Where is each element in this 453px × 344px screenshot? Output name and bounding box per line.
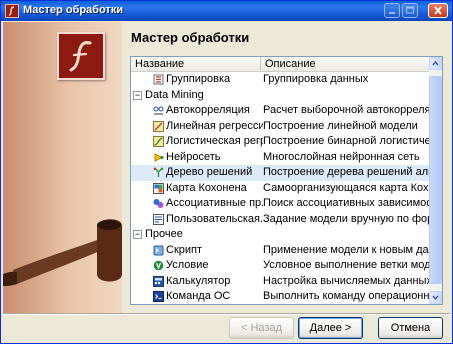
- item-name: Калькулятор: [166, 274, 231, 287]
- linear-regression-icon: [153, 120, 164, 132]
- pipe-illustration: [3, 219, 122, 286]
- list-item-association-rules[interactable]: Ассоциативные пр... Поиск ассоциативных …: [131, 196, 429, 212]
- item-description: Построение дерева решений алгор...: [263, 166, 429, 178]
- item-description: Многослойная нейронная сеть: [263, 150, 420, 163]
- association-rules-icon: [153, 199, 164, 208]
- minimize-button[interactable]: [384, 3, 400, 18]
- item-name: Карта Кохонена: [166, 181, 247, 194]
- list-item-script[interactable]: Скрипт Применение модели к новым данн...: [131, 243, 429, 259]
- wizard-side-image: [3, 22, 122, 313]
- close-icon: [434, 6, 442, 15]
- list-item-kohonen-map[interactable]: Карта Кохонена Самоорганизующаяся карта …: [131, 181, 429, 197]
- list-rows: Группировка Группировка данных − Data Mi…: [131, 72, 429, 304]
- item-name: Скрипт: [166, 243, 203, 256]
- decision-tree-icon: [153, 167, 164, 177]
- item-description: Поиск ассоциативных зависимостей: [263, 197, 429, 209]
- wizard-window: Мастер обработки Мастер обработки Назван…: [0, 0, 453, 344]
- list-item-grouping[interactable]: Группировка Группировка данных: [131, 72, 429, 88]
- item-description: Группировка данных: [263, 73, 369, 85]
- calculator-icon: [153, 275, 164, 287]
- item-name: Ассоциативные пр...: [166, 197, 263, 209]
- scroll-down-button[interactable]: [429, 291, 442, 304]
- list-item-linear-regression[interactable]: Линейная регрессия Построение линейной м…: [131, 119, 429, 135]
- cancel-button[interactable]: Отмена: [378, 317, 443, 339]
- group-name: Прочее: [145, 228, 183, 240]
- list-header: Название Описание: [131, 57, 429, 72]
- list-item-neural-network[interactable]: Нейросеть Многослойная нейронная сеть: [131, 150, 429, 166]
- group-data-mining[interactable]: − Data Mining: [131, 88, 429, 104]
- column-header-name[interactable]: Название: [131, 57, 261, 71]
- close-button[interactable]: [428, 3, 448, 18]
- script-icon: [153, 245, 164, 255]
- item-description: Условное выполнение ветки модели: [263, 259, 429, 271]
- minimize-icon: [389, 12, 395, 14]
- maximize-icon: [405, 6, 415, 14]
- collapse-icon[interactable]: −: [133, 90, 142, 100]
- collapse-icon[interactable]: −: [133, 230, 142, 239]
- item-name: Условие: [166, 259, 209, 271]
- footer-divider: [3, 313, 450, 315]
- item-description: Расчет выборочной автокорреляци...: [263, 104, 429, 116]
- item-name: Логистическая регр...: [166, 135, 263, 147]
- item-description: Настройка вычисляемых данных: [263, 274, 429, 287]
- scrollbar-thumb[interactable]: [429, 76, 442, 284]
- condition-icon: [153, 260, 164, 271]
- window-title: Мастер обработки: [23, 4, 124, 16]
- list-item-calculator[interactable]: Калькулятор Настройка вычисляемых данных: [131, 274, 429, 290]
- column-header-description[interactable]: Описание: [261, 57, 429, 71]
- item-description: Выполнить команду операционной ...: [263, 290, 429, 302]
- title-bar[interactable]: Мастер обработки: [1, 1, 452, 21]
- item-description: Построение бинарной логистическо...: [263, 135, 429, 147]
- item-name: Пользовательская...: [166, 212, 263, 225]
- back-button[interactable]: < Назад: [229, 317, 294, 339]
- list-item-autocorrelation[interactable]: Автокорреляция Расчет выборочной автокор…: [131, 103, 429, 119]
- item-description: Самоорганизующаяся карта Кохон...: [263, 181, 429, 194]
- kohonen-map-icon: [153, 182, 164, 194]
- item-name: Нейросеть: [166, 150, 221, 163]
- item-name: Дерево решений: [166, 166, 253, 178]
- list-item-decision-tree[interactable]: Дерево решений Построение дерева решений…: [131, 165, 429, 181]
- grouping-icon: [153, 74, 164, 85]
- app-logo-icon: [5, 4, 19, 18]
- item-description: Применение модели к новым данн...: [263, 243, 429, 256]
- list-item-condition[interactable]: Условие Условное выполнение ветки модели: [131, 258, 429, 274]
- item-name: Линейная регрессия: [166, 119, 263, 132]
- group-name: Data Mining: [145, 88, 204, 101]
- maximize-button[interactable]: [402, 3, 418, 18]
- module-tree-list[interactable]: Название Описание Группировка Группировк…: [130, 56, 443, 305]
- os-command-icon: [153, 291, 164, 302]
- list-item-custom-model[interactable]: Пользовательская... Задание модели вручн…: [131, 212, 429, 228]
- autocorrelation-icon: [153, 106, 164, 115]
- chevron-down-icon: [432, 295, 439, 301]
- chevron-up-icon: [432, 60, 439, 66]
- group-other[interactable]: − Прочее: [131, 227, 429, 243]
- custom-model-icon: [153, 213, 164, 225]
- list-item-os-command[interactable]: Команда ОС Выполнить команду операционно…: [131, 289, 429, 304]
- item-name: Автокорреляция: [166, 104, 250, 116]
- list-item-logistic-regression[interactable]: Логистическая регр... Построение бинарно…: [131, 134, 429, 150]
- item-description: Задание модели вручную по формул...: [263, 212, 429, 225]
- item-name: Группировка: [166, 73, 231, 85]
- vertical-scrollbar[interactable]: [429, 57, 442, 304]
- logistic-regression-icon: [153, 136, 164, 147]
- scroll-up-button[interactable]: [429, 57, 442, 70]
- item-name: Команда ОС: [166, 290, 231, 302]
- next-button[interactable]: Далее >: [298, 317, 363, 339]
- page-title: Мастер обработки: [131, 30, 250, 45]
- neural-network-icon: [154, 152, 164, 162]
- item-description: Построение линейной модели: [263, 119, 418, 132]
